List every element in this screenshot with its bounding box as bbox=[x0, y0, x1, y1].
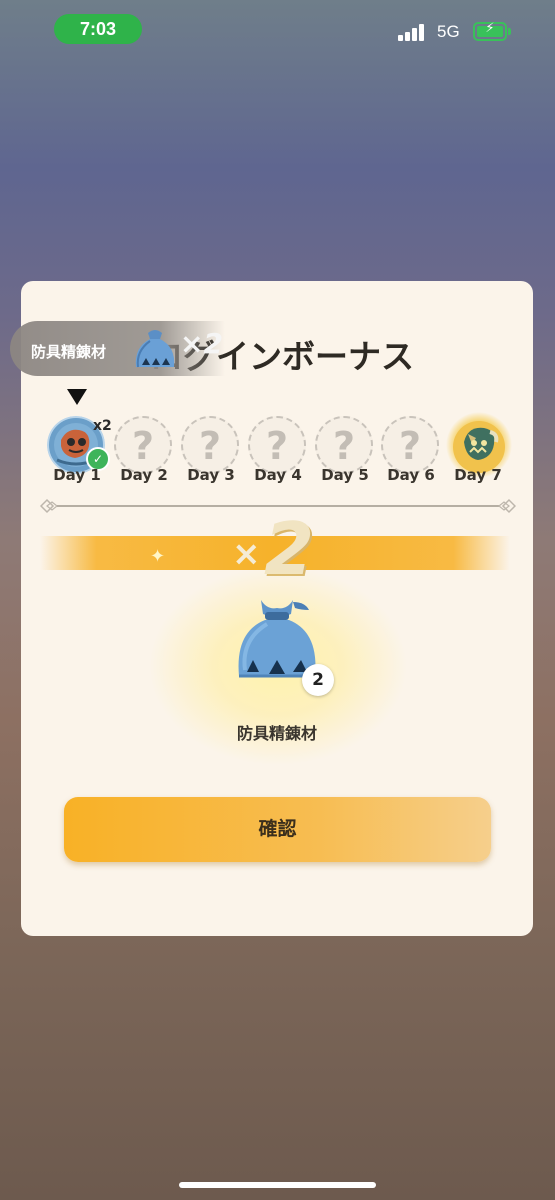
day-7-label: Day 7 bbox=[454, 466, 502, 484]
status-time: 7:03 bbox=[54, 14, 142, 44]
question-mark-icon: ? bbox=[131, 424, 155, 468]
day-6-label: Day 6 bbox=[387, 466, 435, 484]
reward-item-name: 防具精錬材 bbox=[236, 724, 317, 743]
signal-icon bbox=[398, 23, 428, 41]
question-mark-icon: ? bbox=[198, 424, 222, 468]
confirm-button[interactable]: 確認 bbox=[64, 797, 491, 862]
question-mark-icon: ? bbox=[332, 424, 356, 468]
status-bar: 7:03 5G ⚡ bbox=[0, 0, 555, 60]
battery-tip bbox=[508, 28, 511, 35]
toast-multiplier: ×2 bbox=[180, 327, 223, 360]
home-indicator[interactable] bbox=[179, 1182, 376, 1188]
current-day-pointer-icon bbox=[67, 389, 87, 405]
sparkle-icon: ✦ bbox=[150, 546, 166, 567]
day-3-label: Day 3 bbox=[187, 466, 235, 484]
day-4-label: Day 4 bbox=[254, 466, 302, 484]
day-1-multiplier: x2 bbox=[93, 418, 112, 434]
day-2-label: Day 2 bbox=[120, 466, 168, 484]
battery-charging-icon: ⚡ bbox=[473, 21, 507, 41]
item-count-badge: 2 bbox=[302, 664, 334, 696]
day-1-label: Day 1 bbox=[53, 466, 101, 484]
question-mark-icon: ? bbox=[265, 424, 289, 468]
material-bag-icon bbox=[135, 330, 175, 368]
network-label: 5G bbox=[437, 22, 460, 41]
question-mark-icon: ? bbox=[398, 424, 422, 468]
day-5-label: Day 5 bbox=[321, 466, 369, 484]
toast-item-name: 防具精錬材 bbox=[31, 343, 107, 361]
